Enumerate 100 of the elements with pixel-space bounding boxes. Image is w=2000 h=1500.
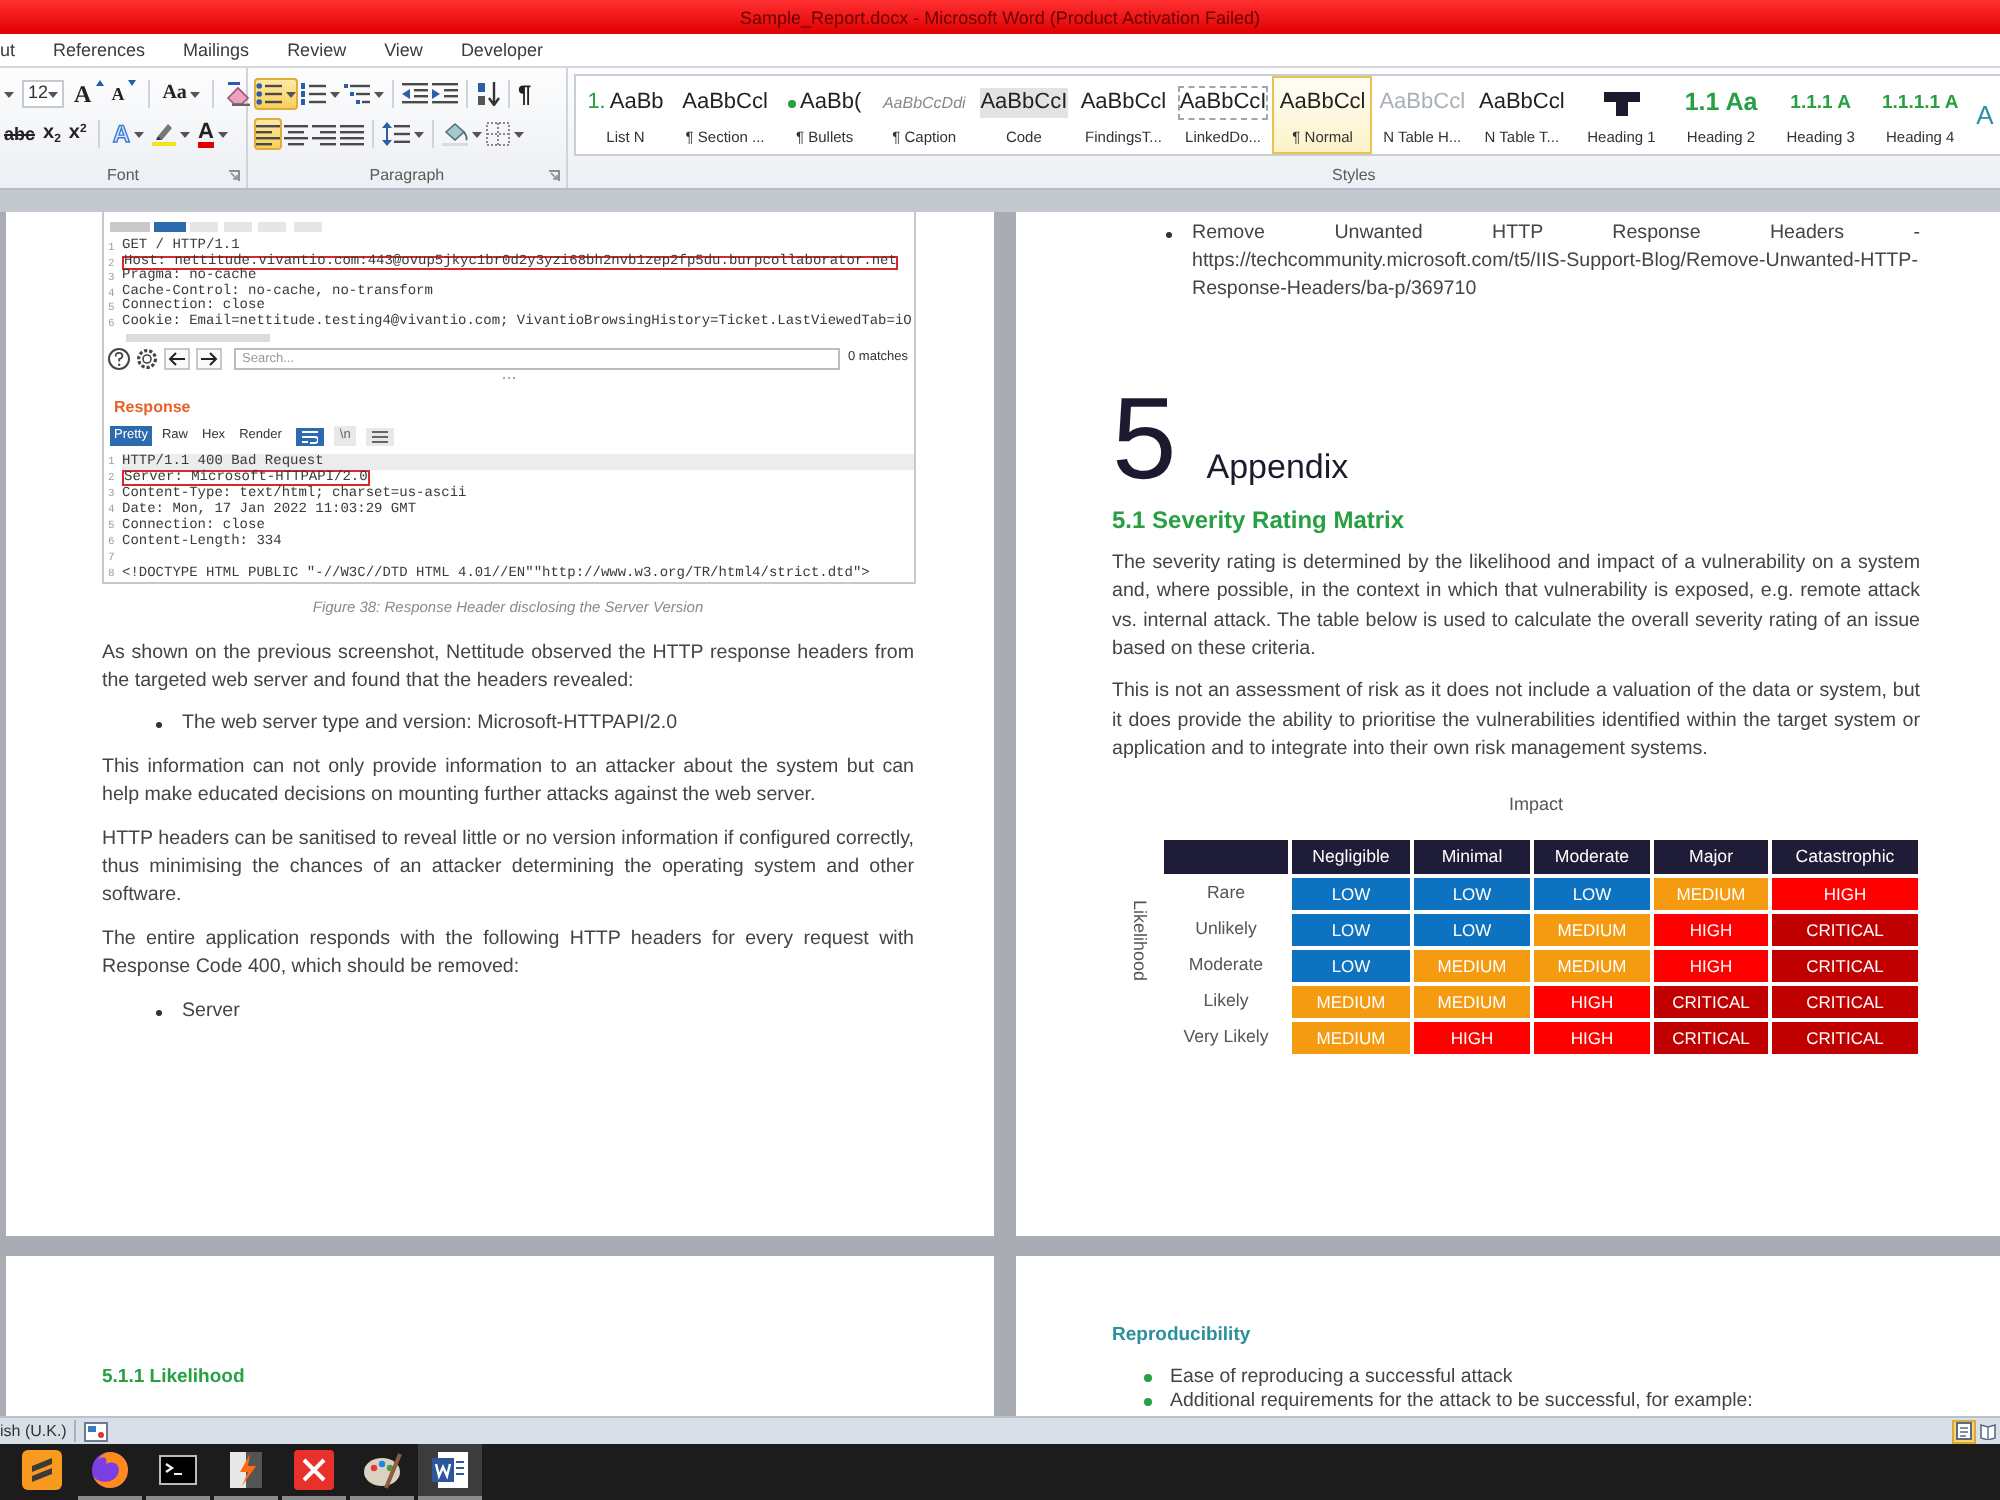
rating-cell: CRITICAL bbox=[1652, 984, 1770, 1021]
dialog-launcher-icon[interactable] bbox=[228, 169, 240, 181]
rating-cell: HIGH bbox=[1770, 876, 1920, 913]
font-color-button[interactable]: A bbox=[194, 118, 232, 150]
axis-label: Impact bbox=[1508, 792, 1563, 817]
rating-cell: HIGH bbox=[1652, 912, 1770, 949]
grow-font-button[interactable]: A bbox=[70, 78, 108, 110]
view-button[interactable] bbox=[1952, 1419, 1976, 1443]
striped-tile-icon bbox=[22, 1450, 62, 1490]
taskbar-button[interactable] bbox=[282, 1444, 346, 1500]
column-header: Major bbox=[1652, 838, 1770, 877]
caret-icon bbox=[48, 91, 59, 97]
lightning-icon bbox=[226, 1450, 266, 1490]
sort-icon bbox=[476, 82, 500, 106]
terminal-icon bbox=[158, 1450, 198, 1490]
bullet-text: Server bbox=[182, 998, 242, 1027]
section-heading: Reproducibility bbox=[1112, 1324, 1251, 1348]
rating-cell: LOW bbox=[1412, 912, 1532, 949]
group-label: Styles bbox=[1332, 165, 1376, 185]
style-option[interactable]: A bbox=[1970, 76, 2000, 154]
ribbon-tab[interactable]: Review bbox=[287, 38, 347, 62]
window-title: Sample_Report.docx - Microsoft Word (Product Activation Failed) bbox=[740, 5, 1260, 29]
bullet-text: Remove Unwanted HTTP Response Headers - https://techcommunity.microsoft.com/t5/IIS-Support-Blog/Remove-Unwanted-HTTP-Response-Headers/ba-p/369710 bbox=[1192, 220, 1920, 305]
caret-icon bbox=[4, 91, 14, 97]
line-spacing-button[interactable] bbox=[380, 118, 426, 150]
paragraph: The entire application responds with the following HTTP headers for every request with Response Code 400, which should be removed: bbox=[102, 926, 914, 983]
paragraph: The severity rating is determined by the likelihood and impact of a vulnerability on a system and, where possible, in the context in which that vulnerability is exposed, e.g. remote attack vs. internal attack. The table below is used to calculate the overall severity rating of an issue based on these criteria. bbox=[1112, 550, 1920, 664]
grip-icon[interactable] bbox=[502, 376, 516, 381]
rating-cell: MEDIUM bbox=[1532, 948, 1652, 985]
t-block-icon bbox=[1603, 91, 1640, 115]
rating-cell: CRITICAL bbox=[1770, 912, 1920, 949]
sheet-icon[interactable] bbox=[84, 1421, 109, 1441]
bullets-button[interactable] bbox=[254, 78, 298, 110]
wrap-lines-icon bbox=[301, 429, 318, 444]
borders-button[interactable] bbox=[484, 118, 526, 150]
multilevel-list-button[interactable] bbox=[342, 78, 386, 110]
bullet-icon bbox=[1144, 1398, 1152, 1406]
bullet-list-icon bbox=[256, 82, 282, 106]
dialog-launcher-icon[interactable] bbox=[547, 169, 560, 181]
rating-cell: HIGH bbox=[1652, 948, 1770, 985]
align-center-icon bbox=[284, 123, 308, 145]
table-header-corner bbox=[1162, 838, 1290, 877]
rating-cell: CRITICAL bbox=[1770, 1020, 1920, 1057]
ribbon-tab[interactable]: ut bbox=[0, 38, 16, 62]
eraser-icon bbox=[226, 82, 253, 106]
bullet-icon bbox=[1144, 1374, 1152, 1382]
caret-icon bbox=[190, 91, 201, 97]
rating-cell: MEDIUM bbox=[1532, 912, 1652, 949]
align-right-icon bbox=[312, 123, 336, 145]
highlight-button[interactable] bbox=[148, 118, 194, 150]
ribbon-tab[interactable]: Developer bbox=[460, 38, 543, 62]
align-left-button[interactable] bbox=[254, 118, 282, 150]
settings-icon[interactable] bbox=[136, 347, 158, 370]
forward-button[interactable] bbox=[196, 347, 222, 370]
caret-icon bbox=[217, 131, 228, 137]
font-size-field[interactable]: 12 bbox=[22, 80, 65, 108]
shading-button[interactable] bbox=[440, 118, 484, 150]
paragraph: This is not an assessment of risk as it does not include a valuation of the data or system, but it does provide the ability to prioritise the vulnerabilities identified within the target system or application and to integrate into their own risk management systems. bbox=[1112, 678, 1920, 764]
group-label: Paragraph bbox=[369, 165, 445, 185]
menu-button[interactable] bbox=[366, 427, 395, 446]
justify-icon bbox=[340, 123, 364, 145]
wrap-button[interactable] bbox=[295, 427, 324, 446]
rating-cell: CRITICAL bbox=[1652, 1020, 1770, 1057]
ribbon-tab[interactable]: References bbox=[53, 38, 146, 62]
numbering-button[interactable] bbox=[298, 78, 342, 110]
subscript-button[interactable]: x$_{2}$ bbox=[39, 118, 65, 150]
rating-cell: LOW bbox=[1532, 876, 1652, 913]
page-layout-icon bbox=[1956, 1422, 1972, 1440]
bullet-dot-icon bbox=[788, 99, 797, 107]
bullet-icon bbox=[156, 1009, 162, 1016]
open-book-icon bbox=[1980, 1422, 1996, 1440]
ribbon-tab[interactable]: Mailings bbox=[183, 38, 250, 62]
caret-icon bbox=[472, 131, 482, 137]
back-button[interactable] bbox=[164, 347, 190, 370]
column-header: Catastrophic bbox=[1770, 838, 1920, 877]
scrollbar-thumb[interactable] bbox=[126, 333, 270, 342]
strikethrough-button[interactable]: abc bbox=[0, 118, 40, 150]
view-button[interactable] bbox=[1976, 1419, 2000, 1443]
rating-cell: LOW bbox=[1290, 876, 1412, 913]
bullet-icon bbox=[156, 722, 162, 729]
rating-cell: MEDIUM bbox=[1290, 1020, 1412, 1057]
caret-icon bbox=[414, 131, 424, 137]
caret-icon bbox=[374, 91, 384, 97]
taskbar-button[interactable] bbox=[418, 1444, 482, 1500]
change-case-button[interactable]: Aa bbox=[158, 78, 205, 110]
column-header: Negligible bbox=[1290, 838, 1412, 877]
paint-bucket-icon bbox=[442, 122, 468, 146]
line-spacing-icon bbox=[382, 122, 410, 146]
show-marks-button[interactable]: ¶ bbox=[516, 78, 534, 110]
ribbon-tab[interactable]: View bbox=[384, 38, 423, 62]
caret-up-icon bbox=[95, 80, 104, 86]
rating-cell: HIGH bbox=[1532, 984, 1652, 1021]
language-status[interactable]: ish (U.K.) bbox=[0, 1421, 67, 1441]
bullet-text: Additional requirements for the attack to be successful, for example: bbox=[1170, 1390, 1753, 1414]
paragraph: This information can not only provide information to an attacker about the system but can help make educated decisions on mounting further attacks against the web server. bbox=[102, 754, 914, 811]
shrink-font-button[interactable]: A bbox=[107, 78, 141, 110]
superscript-button[interactable]: x$^{2}$ bbox=[64, 118, 91, 150]
help-icon[interactable] bbox=[108, 347, 130, 370]
group-label: Font bbox=[106, 165, 139, 185]
sort-button[interactable] bbox=[474, 78, 502, 110]
